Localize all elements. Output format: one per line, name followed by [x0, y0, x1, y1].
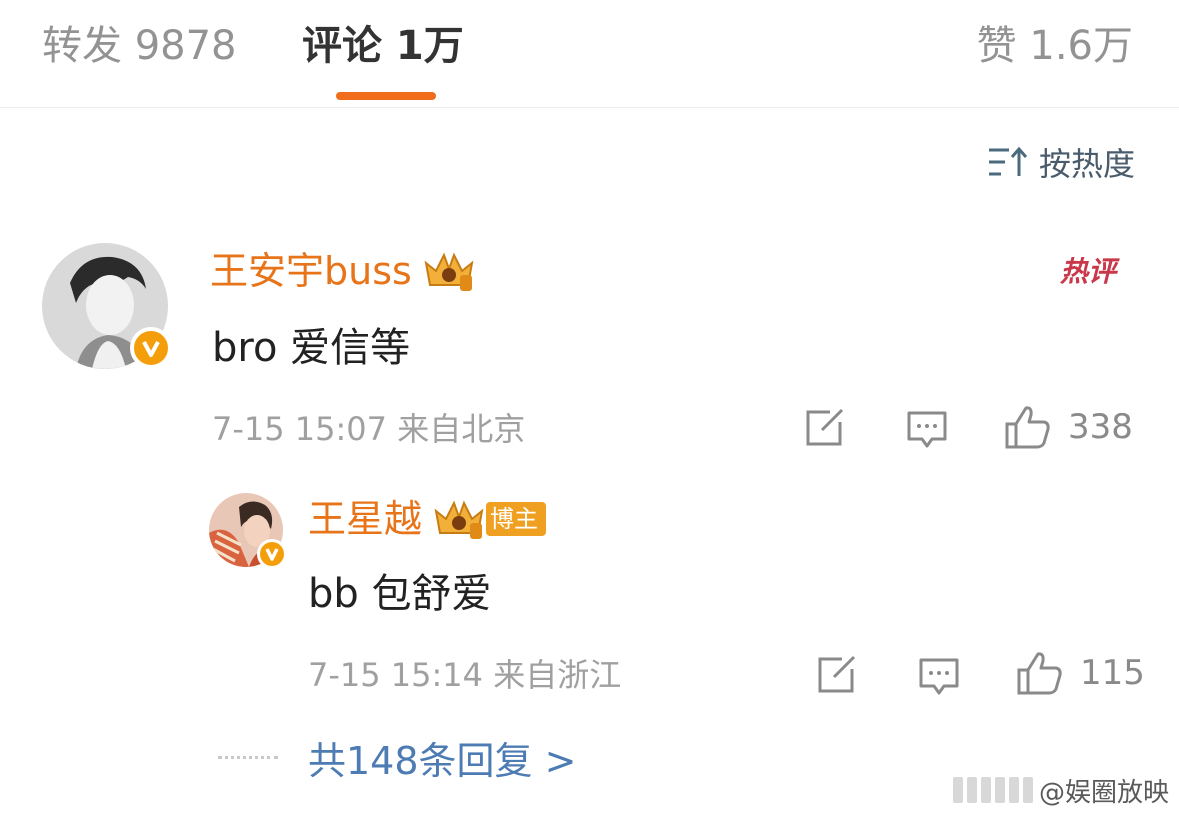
sort-by-hot-button[interactable]: 按热度 [987, 140, 1135, 184]
sort-label: 按热度 [1038, 145, 1135, 183]
verified-badge-icon [130, 327, 172, 369]
hot-comment-tag: 热评 [1060, 255, 1117, 288]
like-button[interactable]: 338 [1004, 404, 1133, 450]
share-button[interactable] [804, 408, 846, 448]
avatar[interactable] [42, 243, 172, 369]
tab-bar: 转发 9878 评论 1万 赞 1.6万 [0, 0, 1179, 108]
tab-repost[interactable]: 转发 9878 [42, 20, 237, 72]
view-replies-link[interactable]: 共148条回复 > [308, 736, 576, 786]
watermark: @娱圈放映 [952, 770, 1169, 810]
verified-badge-icon [257, 539, 287, 569]
tab-likes[interactable]: 赞 1.6万 [977, 20, 1133, 72]
reply-thread-divider [218, 756, 278, 760]
reply-text: bb 包舒爱 [308, 571, 492, 617]
reply-meta: 7-15 15:14 来自浙江 [308, 656, 622, 694]
watermark-text: @娱圈放映 [1038, 777, 1169, 808]
crown-badge-icon [424, 252, 474, 291]
active-tab-indicator [336, 92, 436, 100]
reply-avatar[interactable] [209, 493, 287, 569]
share-icon [806, 408, 844, 446]
tab-comments[interactable]: 评论 1万 [302, 20, 464, 72]
like-count: 338 [1068, 407, 1133, 447]
comment-text: bro 爱信等 [212, 325, 411, 371]
like-count: 115 [1080, 653, 1145, 693]
share-icon [818, 655, 856, 693]
reply-author[interactable]: 王星越 博主 [308, 494, 547, 544]
watermark-blur [952, 777, 1033, 803]
reply-author-name: 王星越 [308, 497, 423, 541]
comment-meta: 7-15 15:07 来自北京 [212, 410, 526, 448]
comment-author-name: 王安宇buss [210, 249, 412, 293]
blogger-badge: 博主 [486, 502, 547, 536]
share-button[interactable] [816, 655, 858, 695]
reply-button[interactable] [918, 657, 960, 697]
comment-icon [919, 658, 959, 695]
sort-icon [988, 146, 1028, 176]
like-button[interactable]: 115 [1016, 650, 1145, 696]
comment-icon [907, 411, 947, 448]
thumbs-up-icon [1005, 406, 1050, 449]
reply-button[interactable] [906, 410, 948, 450]
crown-badge-icon [434, 500, 484, 539]
comment-author[interactable]: 王安宇buss [210, 246, 476, 296]
thumbs-up-icon [1017, 652, 1062, 695]
